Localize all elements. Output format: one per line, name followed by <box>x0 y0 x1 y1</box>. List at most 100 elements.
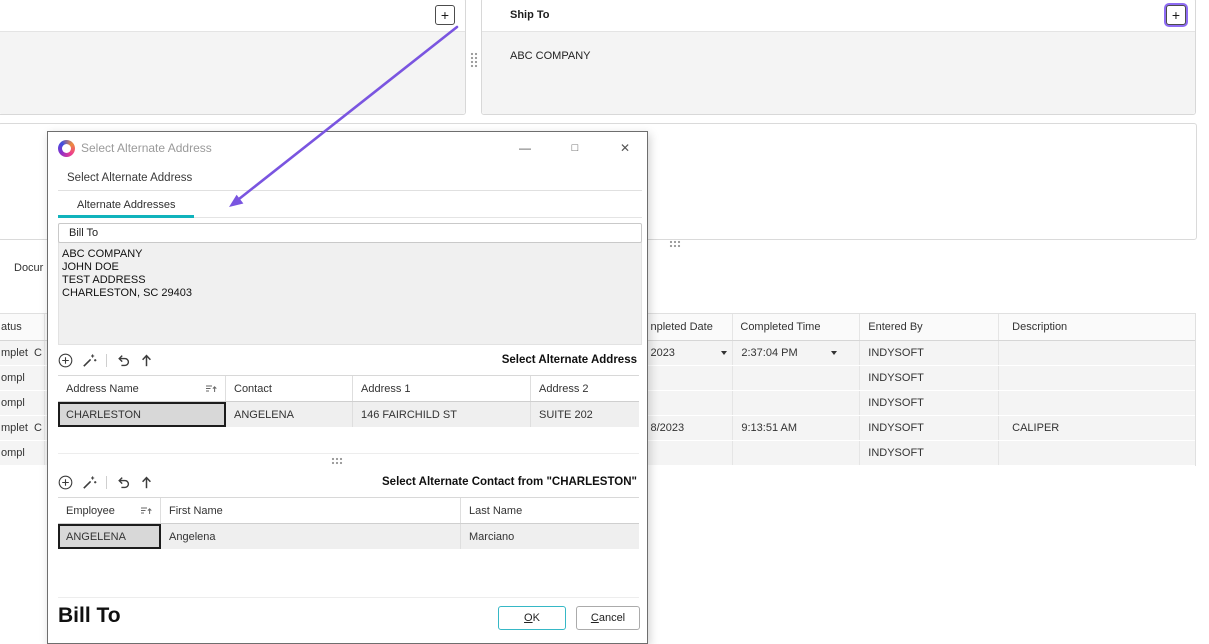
empty-grid-area <box>58 550 639 598</box>
maximize-button[interactable]: □ <box>560 132 590 165</box>
sort-ascending-icon <box>205 383 217 394</box>
completed-date-cell[interactable]: 2023 <box>647 341 733 365</box>
minimize-button[interactable]: — <box>510 132 540 165</box>
address-toolbar: Select Alternate Address <box>58 348 637 372</box>
column-header-address2[interactable]: Address 2 <box>531 376 639 401</box>
dropdown-chevron-icon[interactable] <box>721 351 727 355</box>
add-address-button[interactable]: + <box>435 5 455 25</box>
column-header-description[interactable]: Description <box>999 314 1195 340</box>
wand-icon[interactable] <box>82 475 97 490</box>
cancel-accelerator: C <box>591 612 599 624</box>
column-header-label: Address Name <box>66 383 139 395</box>
description-cell <box>999 441 1195 465</box>
contact-toolbar: Select Alternate Contact from "CHARLESTO… <box>58 470 637 494</box>
status-cell: ompl <box>0 391 45 415</box>
cancel-label-rest: ancel <box>599 612 625 624</box>
completed-date-cell <box>647 366 733 390</box>
plus-icon: + <box>1172 7 1180 23</box>
contact-grid-row[interactable]: ANGELENA Angelena Marciano <box>58 524 639 550</box>
contact-grid-header: Employee First Name Last Name <box>58 498 639 524</box>
column-header-contact[interactable]: Contact <box>226 376 353 401</box>
ok-label-rest: K <box>533 612 540 624</box>
documents-tab[interactable]: Docur <box>14 262 43 274</box>
plus-icon: + <box>441 7 449 23</box>
dropdown-chevron-icon[interactable] <box>831 351 837 355</box>
toolbar-separator <box>106 476 107 489</box>
wand-icon[interactable] <box>82 353 97 368</box>
status-cell: mplet C <box>0 416 45 440</box>
entered-by-cell: INDYSOFT <box>860 341 999 365</box>
undo-icon[interactable] <box>116 475 131 490</box>
address-line: TEST ADDRESS <box>62 274 641 287</box>
toolbar-separator <box>106 354 107 367</box>
address-grid-header: Address Name Contact Address 1 Address 2 <box>58 376 639 402</box>
cancel-button[interactable]: Cancel <box>576 606 640 630</box>
description-cell: CALIPER <box>999 416 1195 440</box>
entered-by-cell: INDYSOFT <box>860 416 999 440</box>
add-circle-icon[interactable] <box>58 353 73 368</box>
column-header-completed-time[interactable]: Completed Time <box>733 314 860 340</box>
address-line: ABC COMPANY <box>62 248 641 261</box>
ship-to-title: Ship To <box>510 9 550 21</box>
address-line: JOHN DOE <box>62 261 641 274</box>
move-up-icon[interactable] <box>140 475 153 490</box>
bill-to-address-block: ABC COMPANY JOHN DOE TEST ADDRESS CHARLE… <box>58 242 642 345</box>
horizontal-splitter-grip[interactable] <box>669 240 681 248</box>
add-circle-icon[interactable] <box>58 475 73 490</box>
ok-button[interactable]: OK <box>498 606 566 630</box>
group-title: Select Alternate Address <box>58 168 642 191</box>
tab-alternate-addresses[interactable]: Alternate Addresses <box>58 195 194 218</box>
dialog-title: Select Alternate Address <box>81 132 212 165</box>
status-cell: ompl <box>0 441 45 465</box>
column-header-employee[interactable]: Employee <box>58 498 161 523</box>
bill-to-footer-label: Bill To <box>58 604 121 628</box>
column-header-first-name[interactable]: First Name <box>161 498 461 523</box>
ship-to-panel: Ship To + ABC COMPANY <box>481 0 1196 115</box>
address1-cell[interactable]: 146 FAIRCHILD ST <box>353 402 531 427</box>
close-button[interactable]: ✕ <box>610 132 640 165</box>
address-name-cell-selected[interactable]: CHARLESTON <box>58 402 226 427</box>
contact-cell[interactable]: ANGELENA <box>226 402 353 427</box>
undo-icon[interactable] <box>116 353 131 368</box>
last-name-cell[interactable]: Marciano <box>461 524 639 549</box>
completed-date-cell <box>647 441 733 465</box>
description-cell <box>999 366 1195 390</box>
completed-time-cell <box>733 391 860 415</box>
column-header-last-name[interactable]: Last Name <box>461 498 639 523</box>
entered-by-cell: INDYSOFT <box>860 391 999 415</box>
add-ship-to-address-button[interactable]: + <box>1166 5 1186 25</box>
alternate-contact-grid: Employee First Name Last Name ANGELENA A… <box>58 497 639 598</box>
empty-grid-area <box>58 428 639 454</box>
completed-time-cell <box>733 366 860 390</box>
description-cell <box>999 391 1195 415</box>
completed-date-cell <box>647 391 733 415</box>
column-header-completed-date[interactable]: npleted Date <box>647 314 733 340</box>
column-header-address-name[interactable]: Address Name <box>58 376 226 401</box>
alternate-address-grid: Address Name Contact Address 1 Address 2… <box>58 375 639 454</box>
dialog-titlebar[interactable]: Select Alternate Address — □ ✕ <box>48 132 647 165</box>
move-up-icon[interactable] <box>140 353 153 368</box>
ok-accelerator: O <box>524 612 533 624</box>
address-grid-row[interactable]: CHARLESTON ANGELENA 146 FAIRCHILD ST SUI… <box>58 402 639 428</box>
entered-by-cell: INDYSOFT <box>860 366 999 390</box>
column-header-label: Employee <box>66 505 115 517</box>
completed-time-cell[interactable]: 2:37:04 PM <box>733 341 860 365</box>
bill-to-panel: + <box>0 0 466 115</box>
completed-time-cell: 9:13:51 AM <box>733 416 860 440</box>
dialog-splitter-grip[interactable] <box>331 457 343 465</box>
column-header-status[interactable]: atus <box>0 314 45 340</box>
bill-to-panel-body <box>0 31 465 114</box>
column-header-address1[interactable]: Address 1 <box>353 376 531 401</box>
address2-cell[interactable]: SUITE 202 <box>531 402 639 427</box>
time-value: 2:37:04 PM <box>741 347 797 359</box>
first-name-cell[interactable]: Angelena <box>161 524 461 549</box>
app-logo-icon <box>58 140 75 157</box>
tab-strip: Alternate Addresses <box>58 195 642 218</box>
vertical-splitter-grip[interactable] <box>470 52 478 68</box>
sort-ascending-icon <box>140 505 152 516</box>
column-header-entered-by[interactable]: Entered By <box>860 314 999 340</box>
ship-to-company: ABC COMPANY <box>510 50 590 62</box>
address-line: CHARLESTON, SC 29403 <box>62 287 641 300</box>
employee-cell-selected[interactable]: ANGELENA <box>58 524 161 549</box>
address-section-label: Select Alternate Address <box>502 354 637 366</box>
